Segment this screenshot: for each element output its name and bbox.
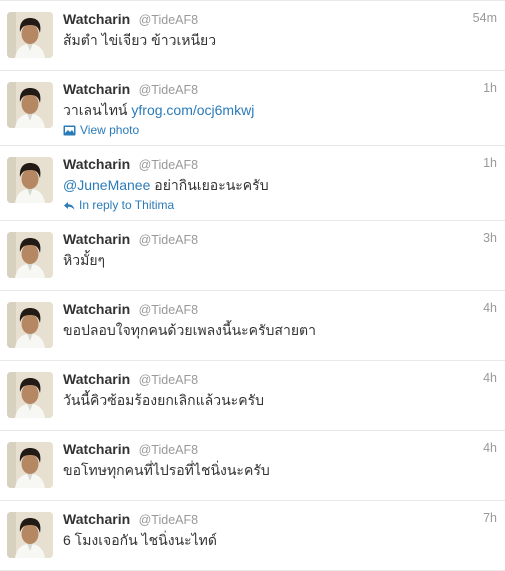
tweet-time[interactable]: 3h [483, 231, 497, 245]
author-name[interactable]: Watcharin [63, 371, 130, 387]
author-name[interactable]: Watcharin [63, 11, 130, 27]
tweet-text: ส้มตำ ไข่เจียว ข้าวเหนียว [63, 31, 495, 49]
tweet-text: @JuneManee อย่ากินเยอะนะครับ [63, 176, 495, 194]
tweet-text-body: หิวมั้ยๆ [63, 252, 106, 268]
avatar[interactable] [7, 232, 53, 278]
tweet-text: วันนี้คิวซ้อมร้องยกเลิกแล้วนะครับ [63, 391, 495, 409]
tweet-text-body: ขอปลอบใจทุกคนด้วยเพลงนี้นะครับสายตา [63, 322, 316, 338]
author-name[interactable]: Watcharin [63, 441, 130, 457]
author-name[interactable]: Watcharin [63, 511, 130, 527]
tweet-text: 6 โมงเจอกัน ไชนิ่งนะไทด์ [63, 531, 495, 549]
tweet-time[interactable]: 7h [483, 511, 497, 525]
tweet-text: ขอโทษทุกคนที่ไปรอที่ไชนิ่งนะครับ [63, 461, 495, 479]
tweet-time[interactable]: 4h [483, 441, 497, 455]
tweet-time[interactable]: 1h [483, 81, 497, 95]
mention-link[interactable]: @JuneManee [63, 177, 150, 193]
in-reply-to-link[interactable]: In reply to Thitima [63, 197, 495, 215]
tweet-text-body: 6 โมงเจอกัน ไชนิ่งนะไทด์ [63, 532, 217, 548]
avatar[interactable] [7, 302, 53, 348]
author-handle[interactable]: @TideAF8 [139, 513, 198, 527]
tweet-text: วาเลนไทน์ yfrog.com/ocj6mkwj [63, 101, 495, 119]
tweet-item[interactable]: Watcharin @TideAF8 3h หิวมั้ยๆ [0, 221, 505, 291]
avatar[interactable] [7, 372, 53, 418]
tweet-text-body: ขอโทษทุกคนที่ไปรอที่ไชนิ่งนะครับ [63, 462, 270, 478]
tweet-link[interactable]: yfrog.com/ocj6mkwj [131, 102, 254, 118]
author-name[interactable]: Watcharin [63, 81, 130, 97]
avatar[interactable] [7, 512, 53, 558]
avatar[interactable] [7, 12, 53, 58]
avatar[interactable] [7, 82, 53, 128]
avatar[interactable] [7, 157, 53, 203]
tweet-item[interactable]: Watcharin @TideAF8 4h ขอปลอบใจทุกคนด้วยเ… [0, 291, 505, 361]
author-handle[interactable]: @TideAF8 [139, 373, 198, 387]
tweet-time[interactable]: 4h [483, 371, 497, 385]
tweet-text: หิวมั้ยๆ [63, 251, 495, 269]
photo-icon [63, 124, 76, 140]
tweet-time[interactable]: 1h [483, 156, 497, 170]
tweet-text-body: อย่ากินเยอะนะครับ [154, 177, 269, 193]
tweet-text-body: วาเลนไทน์ [63, 102, 128, 118]
tweet-text: ขอปลอบใจทุกคนด้วยเพลงนี้นะครับสายตา [63, 321, 495, 339]
view-photo-link[interactable]: View photo [63, 122, 495, 140]
tweet-text-body: ส้มตำ ไข่เจียว ข้าวเหนียว [63, 32, 217, 48]
author-handle[interactable]: @TideAF8 [139, 83, 198, 97]
avatar[interactable] [7, 442, 53, 488]
tweet-item[interactable]: Watcharin @TideAF8 1h @JuneManee อย่ากิน… [0, 146, 505, 221]
author-handle[interactable]: @TideAF8 [139, 443, 198, 457]
reply-arrow-icon [63, 199, 75, 215]
tweet-timeline: Watcharin @TideAF8 54m ส้มตำ ไข่เจียว ข้… [0, 0, 505, 571]
tweet-item[interactable]: Watcharin @TideAF8 4h วันนี้คิวซ้อมร้องย… [0, 361, 505, 431]
author-name[interactable]: Watcharin [63, 231, 130, 247]
author-handle[interactable]: @TideAF8 [139, 303, 198, 317]
author-handle[interactable]: @TideAF8 [139, 13, 198, 27]
tweet-item[interactable]: Watcharin @TideAF8 7h 6 โมงเจอกัน ไชนิ่ง… [0, 501, 505, 571]
view-photo-label: View photo [80, 123, 140, 137]
tweet-time[interactable]: 54m [473, 11, 497, 25]
tweet-item[interactable]: Watcharin @TideAF8 1h วาเลนไทน์ yfrog.co… [0, 71, 505, 146]
tweet-text-body: วันนี้คิวซ้อมร้องยกเลิกแล้วนะครับ [63, 392, 264, 408]
tweet-item[interactable]: Watcharin @TideAF8 4h ขอโทษทุกคนที่ไปรอท… [0, 431, 505, 501]
author-name[interactable]: Watcharin [63, 156, 130, 172]
author-handle[interactable]: @TideAF8 [139, 158, 198, 172]
tweet-item[interactable]: Watcharin @TideAF8 54m ส้มตำ ไข่เจียว ข้… [0, 1, 505, 71]
author-handle[interactable]: @TideAF8 [139, 233, 198, 247]
author-name[interactable]: Watcharin [63, 301, 130, 317]
tweet-time[interactable]: 4h [483, 301, 497, 315]
in-reply-to-label: In reply to Thitima [79, 198, 175, 212]
